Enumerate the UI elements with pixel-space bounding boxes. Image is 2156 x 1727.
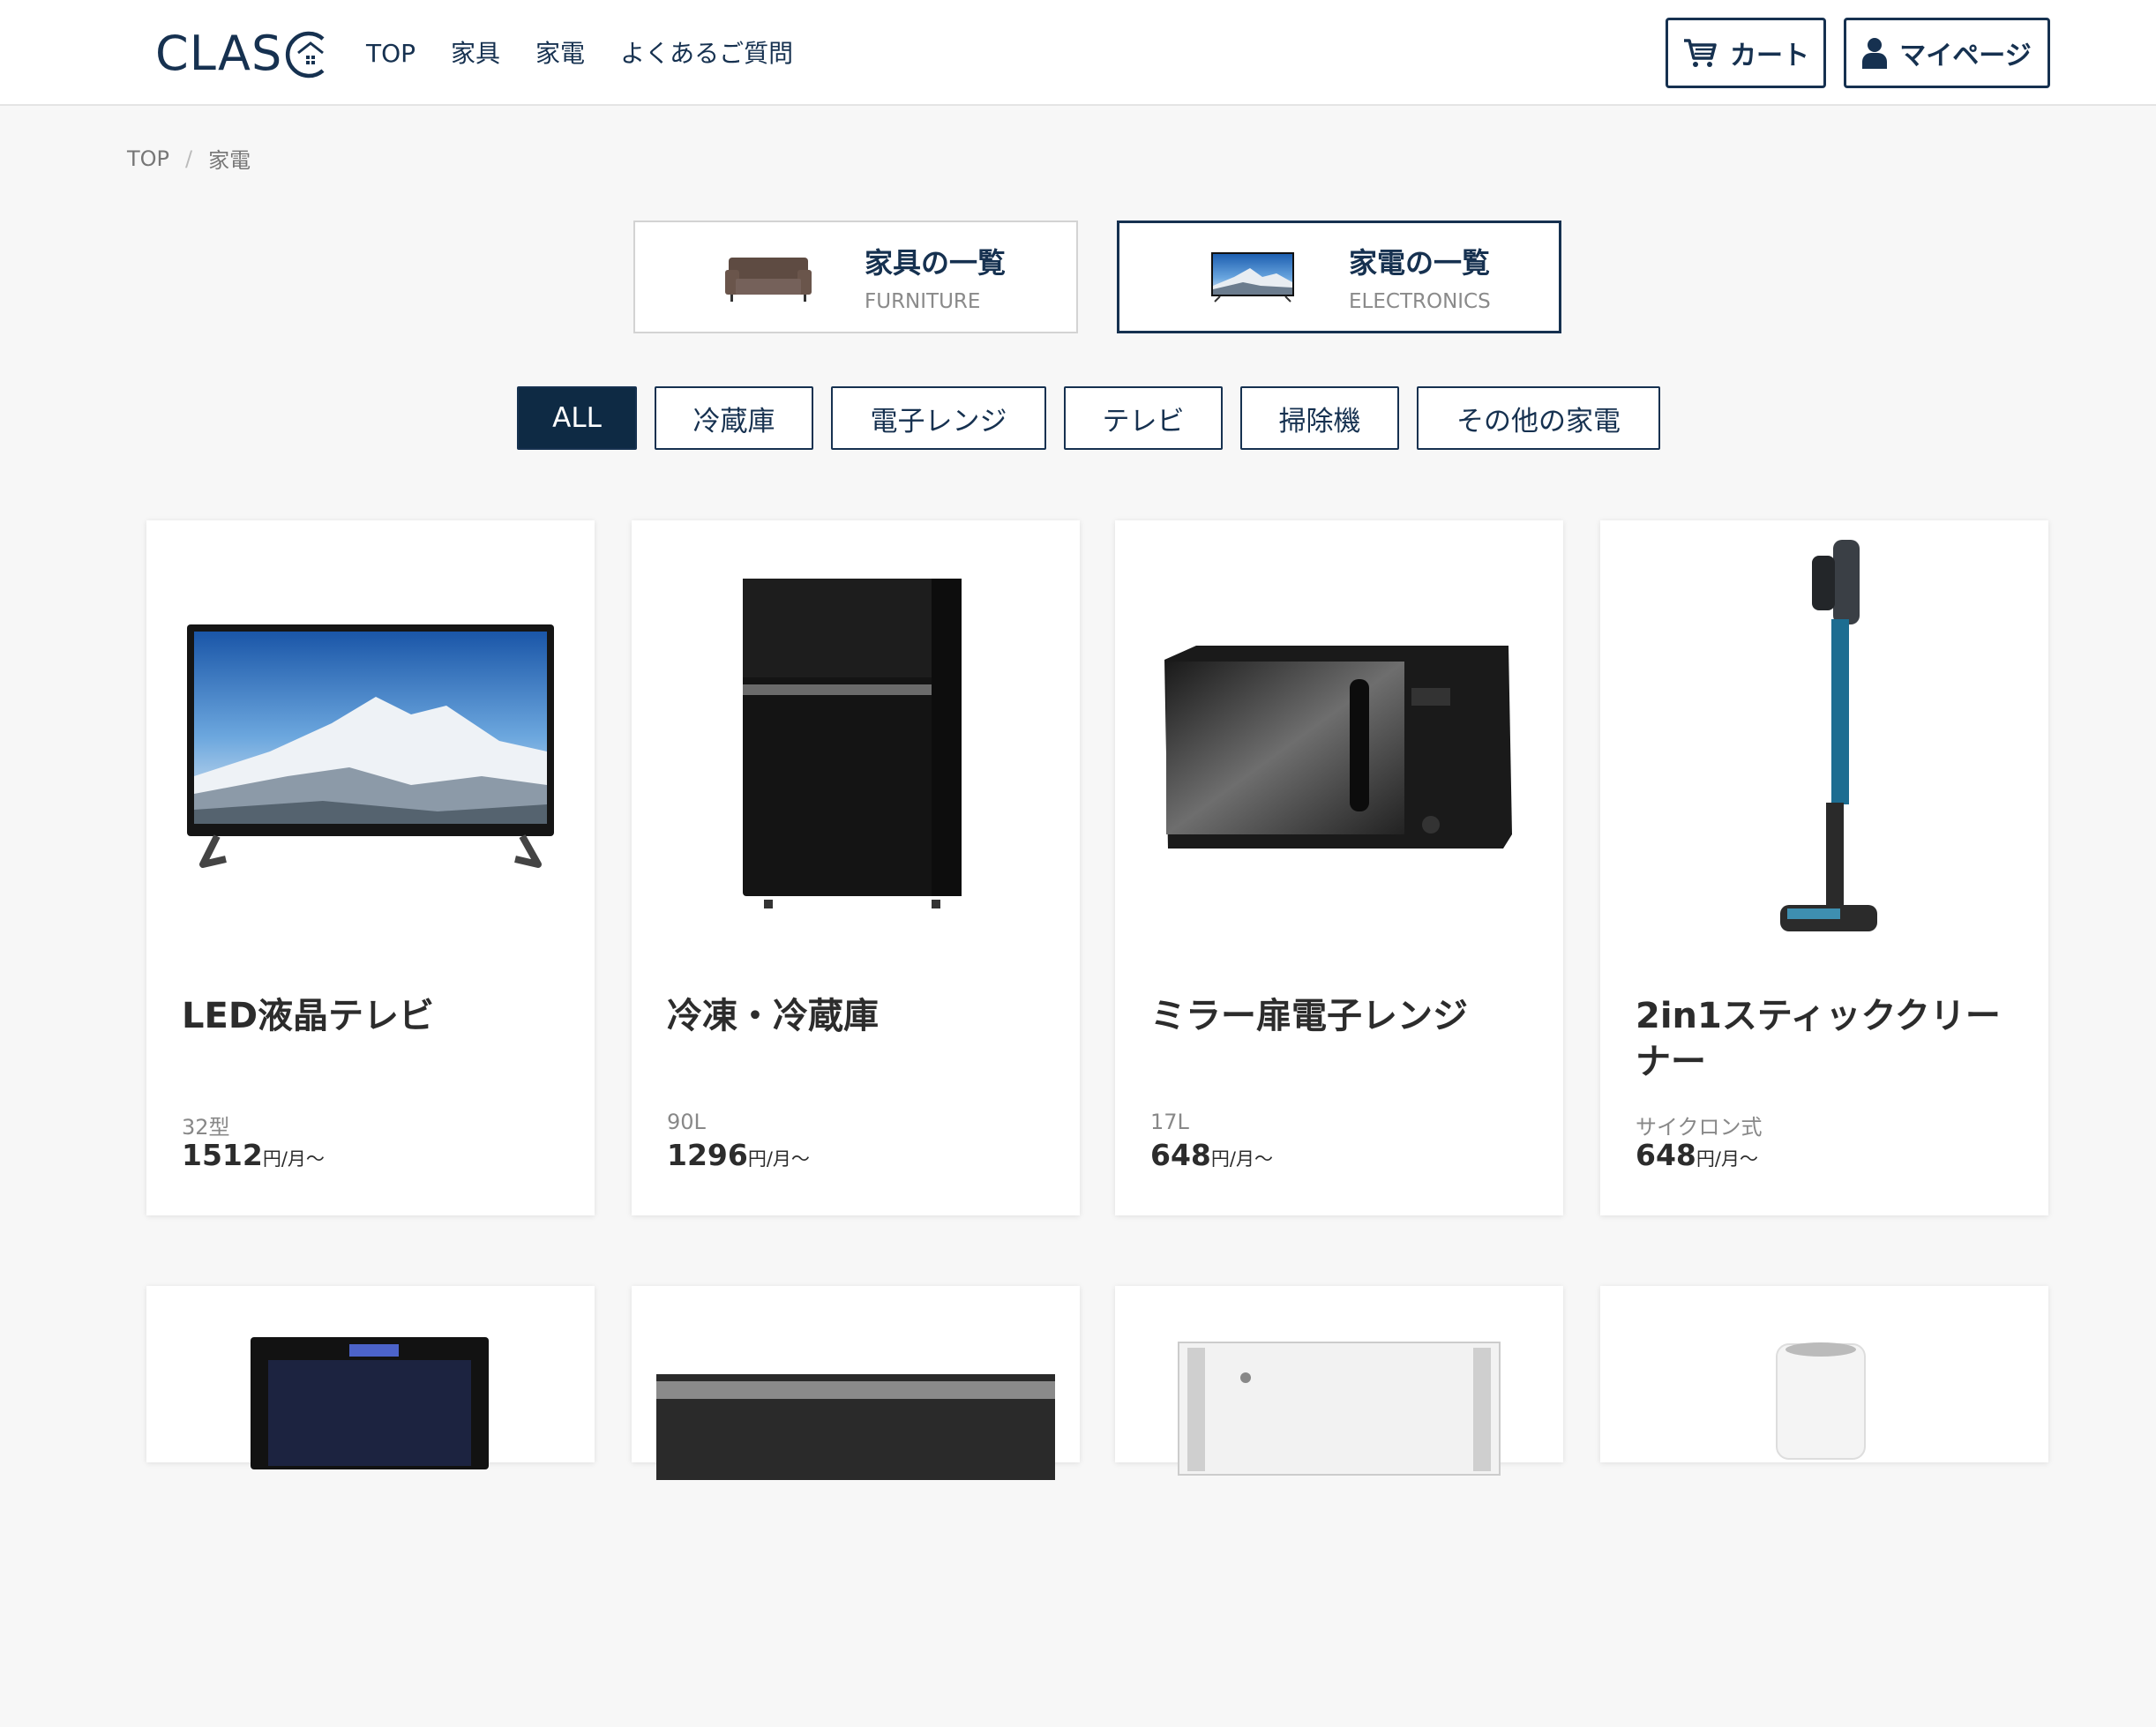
price-unit: 円/月〜 [1210, 1148, 1273, 1170]
logo-house-c-icon [286, 31, 325, 78]
product-card-oven[interactable] [632, 1286, 1080, 1480]
appliance-product-image [1178, 1342, 1501, 1476]
product-name: 冷凍・冷蔵庫 [667, 996, 879, 1036]
breadcrumb-home[interactable]: TOP [127, 146, 169, 171]
price-unit: 円/月〜 [1696, 1148, 1758, 1170]
product-price: 648円/月〜 [1636, 1138, 1758, 1172]
humidifier-product-image [1776, 1342, 1866, 1460]
wine-cellar-product-image [251, 1337, 489, 1469]
logo-text: CLAS [155, 26, 283, 81]
category-electronics-subtitle: ELECTRONICS [1349, 290, 1491, 313]
price-value: 1296 [667, 1138, 748, 1172]
nav-furniture[interactable]: 家具 [451, 34, 500, 74]
breadcrumb-separator: / [185, 146, 193, 171]
filter-all[interactable]: ALL [517, 386, 637, 450]
microwave-product-image [1164, 646, 1512, 849]
filter-tv[interactable]: テレビ [1064, 386, 1223, 450]
cart-button[interactable]: カート [1666, 18, 1826, 88]
nav-faq[interactable]: よくあるご質問 [620, 34, 793, 74]
price-value: 1512 [182, 1138, 263, 1172]
product-price: 1512円/月〜 [182, 1138, 325, 1172]
mypage-button[interactable]: マイページ [1844, 18, 2050, 88]
sofa-image [723, 250, 813, 303]
logo[interactable]: CLAS [155, 26, 333, 81]
product-card-wine-cellar[interactable] [146, 1286, 595, 1469]
tv-thumb-image [1208, 250, 1298, 303]
price-value: 648 [1150, 1138, 1211, 1172]
product-price: 1296円/月〜 [667, 1138, 810, 1172]
product-spec: 32型 [182, 1115, 230, 1140]
product-spec: サイクロン式 [1636, 1115, 1763, 1140]
product-card-refrigerator[interactable]: 冷凍・冷蔵庫 90L 1296円/月〜 [632, 520, 1080, 1215]
price-unit: 円/月〜 [262, 1148, 325, 1170]
oven-product-image [656, 1374, 1055, 1480]
cart-label: カート [1730, 41, 1809, 71]
category-electronics-card[interactable]: 家電の一覧 ELECTRONICS [1117, 221, 1561, 333]
filter-other-electronics[interactable]: その他の家電 [1417, 386, 1660, 450]
site-header: CLAS TOP 家具 家電 よくあるご質問 カート マイページ [0, 0, 2156, 106]
product-card-appliance[interactable] [1115, 1286, 1563, 1476]
category-electronics-title: 家電の一覧 [1349, 246, 1491, 280]
refrigerator-product-image [743, 579, 962, 908]
tv-product-image [187, 624, 554, 868]
product-name: LED液晶テレビ [182, 996, 435, 1036]
product-card-stick-cleaner[interactable]: 2in1スティッククリーナー サイクロン式 648円/月〜 [1600, 520, 2048, 1215]
breadcrumb-current: 家電 [208, 148, 251, 173]
product-card-microwave[interactable]: ミラー扉電子レンジ 17L 648円/月〜 [1115, 520, 1563, 1215]
stick-cleaner-product-image [1780, 540, 1877, 931]
filter-bar: ALL 冷蔵庫 電子レンジ テレビ 掃除機 その他の家電 [517, 386, 1660, 450]
product-price: 648円/月〜 [1150, 1138, 1273, 1172]
product-card-humidifier[interactable] [1600, 1286, 2048, 1462]
breadcrumb: TOP / 家電 [127, 143, 251, 174]
mypage-label: マイページ [1899, 41, 2032, 71]
nav-electronics[interactable]: 家電 [535, 34, 585, 74]
product-name: ミラー扉電子レンジ [1150, 996, 1468, 1036]
nav-top[interactable]: TOP [366, 34, 415, 74]
category-furniture-subtitle: FURNITURE [865, 290, 981, 313]
price-value: 648 [1636, 1138, 1696, 1172]
category-furniture-title: 家具の一覧 [865, 246, 1007, 280]
price-unit: 円/月〜 [747, 1148, 810, 1170]
cart-icon [1684, 39, 1717, 67]
product-name: 2in1スティッククリーナー [1636, 996, 2001, 1082]
filter-microwave[interactable]: 電子レンジ [831, 386, 1046, 450]
product-spec: 90L [667, 1110, 706, 1134]
main-nav: TOP 家具 家電 よくあるご質問 [366, 34, 793, 74]
product-card-tv[interactable]: LED液晶テレビ 32型 1512円/月〜 [146, 520, 595, 1215]
filter-refrigerator[interactable]: 冷蔵庫 [655, 386, 813, 450]
filter-vacuum[interactable]: 掃除機 [1240, 386, 1399, 450]
product-spec: 17L [1150, 1110, 1189, 1134]
user-icon [1862, 38, 1888, 69]
category-furniture-card[interactable]: 家具の一覧 FURNITURE [633, 221, 1078, 333]
